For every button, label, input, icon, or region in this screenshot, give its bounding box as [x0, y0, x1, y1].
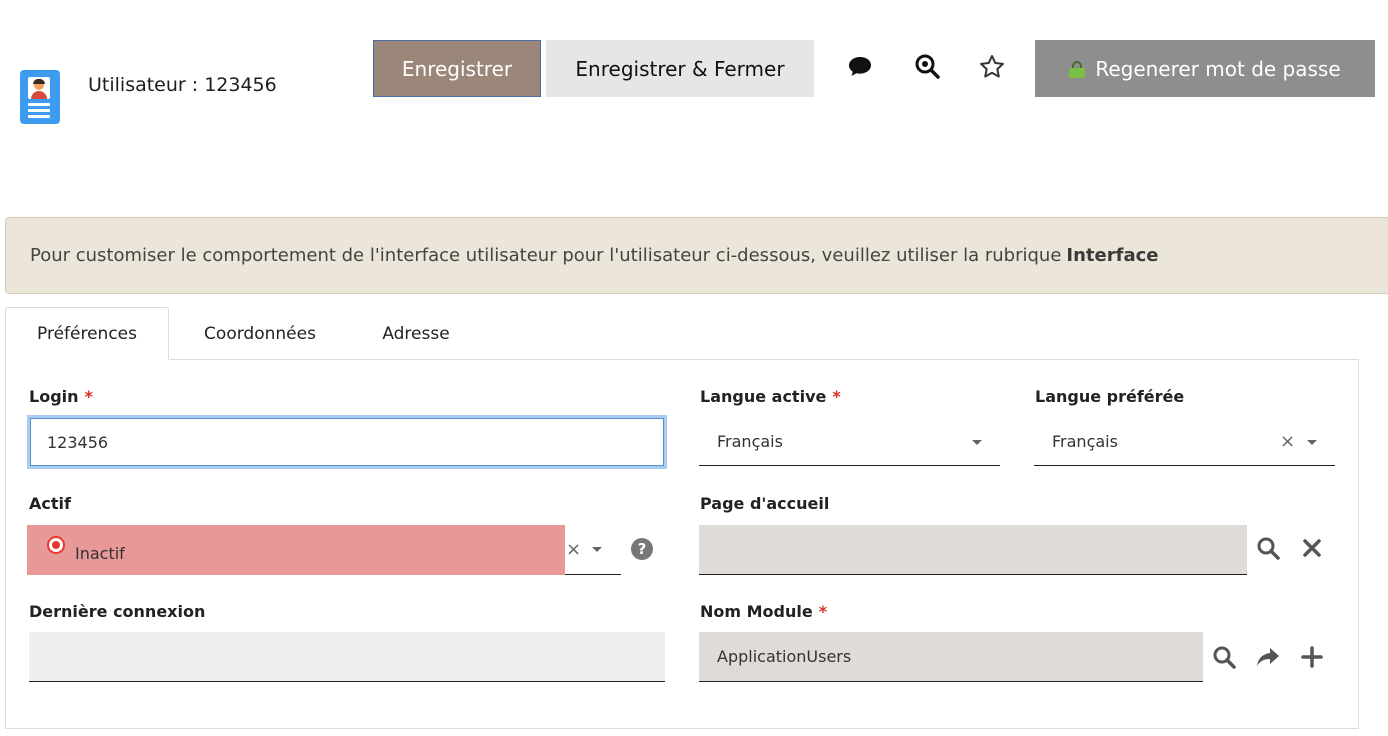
- actif-value: Inactif: [75, 543, 125, 563]
- derniere-connexion-label: Dernière connexion: [29, 602, 206, 621]
- langue-preferee-label: Langue préférée: [1035, 387, 1185, 406]
- login-value: 123456: [47, 432, 109, 452]
- search-icon[interactable]: [1254, 534, 1282, 562]
- chevron-down-icon[interactable]: [592, 547, 602, 552]
- langue-preferee-select[interactable]: Français ×: [1034, 418, 1335, 466]
- save-button[interactable]: Enregistrer: [373, 40, 541, 97]
- lock-icon: [1069, 60, 1086, 78]
- login-input[interactable]: 123456: [27, 415, 667, 469]
- langue-active-select[interactable]: Français: [699, 418, 1000, 466]
- banner-text: Pour customiser le comportement de l'int…: [30, 245, 1062, 266]
- langue-active-value: Français: [717, 432, 783, 451]
- langue-preferee-value: Français: [1052, 432, 1118, 451]
- nom-module-value: ApplicationUsers: [717, 647, 852, 666]
- close-icon[interactable]: [1298, 534, 1326, 562]
- share-arrow-icon[interactable]: [1254, 643, 1282, 671]
- clear-icon[interactable]: ×: [1280, 433, 1295, 451]
- actif-status-field[interactable]: Inactif: [27, 525, 565, 575]
- page-title: Utilisateur : 123456: [88, 74, 277, 96]
- regenerate-password-label: Regenerer mot de passe: [1095, 56, 1341, 81]
- chevron-down-icon[interactable]: [1307, 440, 1317, 445]
- info-banner: Pour customiser le comportement de l'int…: [5, 217, 1388, 294]
- tab-coordonnees[interactable]: Coordonnées: [182, 307, 338, 360]
- comment-icon[interactable]: [845, 50, 875, 84]
- banner-interface-link[interactable]: Interface: [1066, 245, 1158, 266]
- page-accueil-field[interactable]: [699, 525, 1247, 575]
- status-dot-icon: [47, 536, 65, 554]
- svg-text:?: ?: [638, 540, 647, 558]
- nom-module-label: Nom Module *: [700, 602, 828, 621]
- page-accueil-label: Page d'accueil: [700, 494, 830, 513]
- save-and-close-button[interactable]: Enregistrer & Fermer: [546, 40, 814, 97]
- chevron-down-icon[interactable]: [972, 440, 982, 445]
- search-icon[interactable]: [1210, 643, 1238, 671]
- nom-module-field[interactable]: ApplicationUsers: [699, 632, 1203, 682]
- actif-label: Actif: [29, 494, 71, 513]
- login-label: Login *: [29, 387, 93, 406]
- star-icon[interactable]: [977, 50, 1007, 84]
- derniere-connexion-field: [29, 632, 665, 682]
- tab-preferences[interactable]: Préférences: [5, 307, 169, 360]
- add-icon[interactable]: [1298, 643, 1326, 671]
- langue-active-label: Langue active *: [700, 387, 841, 406]
- help-icon[interactable]: ?: [628, 535, 656, 563]
- regenerate-password-button[interactable]: Regenerer mot de passe: [1035, 40, 1375, 97]
- tab-adresse[interactable]: Adresse: [360, 307, 472, 360]
- user-card-icon: [20, 70, 60, 124]
- clear-icon[interactable]: ×: [566, 541, 581, 559]
- zoom-search-icon[interactable]: [913, 50, 943, 84]
